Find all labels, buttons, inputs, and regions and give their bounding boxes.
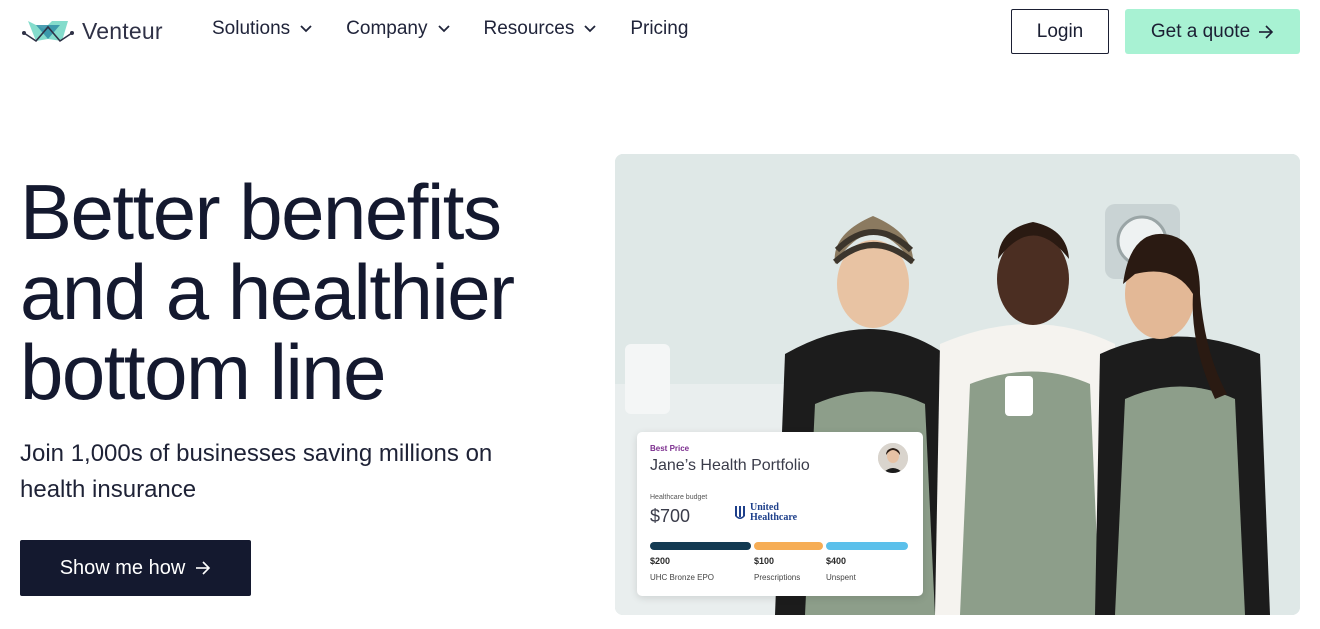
show-me-how-button[interactable]: Show me how xyxy=(20,540,251,596)
chevron-down-icon xyxy=(300,25,312,33)
hero-subline: Join 1,000s of businesses saving million… xyxy=(20,440,493,503)
hero-headline: Better benefits and a healthier bottom l… xyxy=(20,172,580,412)
venteur-logo-icon xyxy=(22,21,74,43)
united-healthcare-logo-icon xyxy=(735,506,745,519)
budget-label: Healthcare budget xyxy=(650,494,708,501)
login-button[interactable]: Login xyxy=(1011,9,1109,54)
budget-value: $700 xyxy=(650,506,691,526)
arrow-right-icon xyxy=(1259,24,1274,39)
hero-headline-line: Better benefits xyxy=(20,168,502,256)
health-portfolio-card: Best Price Jane’s Health Portfolio Healt… xyxy=(637,432,923,596)
segment-value: $100 xyxy=(754,556,775,566)
get-a-quote-button[interactable]: Get a quote xyxy=(1125,9,1300,54)
united-healthcare-logo: United Healthcare xyxy=(734,503,797,523)
portfolio-title: Jane’s Health Portfolio xyxy=(650,457,810,474)
budget-bar-segment xyxy=(650,542,751,550)
brand-logo[interactable]: Venteur xyxy=(22,15,163,47)
segment-value: $400 xyxy=(826,556,847,566)
avatar xyxy=(878,443,908,473)
chevron-down-icon xyxy=(584,25,596,33)
insurer-name-line: Healthcare xyxy=(750,512,798,523)
nav-item-label: Pricing xyxy=(630,18,689,39)
brand-name: Venteur xyxy=(82,17,163,44)
hero-headline-line: and a healthier xyxy=(20,248,515,336)
nav-item-company[interactable]: Company xyxy=(346,18,450,40)
nav-item-label: Solutions xyxy=(212,18,291,39)
budget-bar-segment xyxy=(754,542,823,550)
segment-value: $200 xyxy=(650,556,671,566)
insurer-name: United Healthcare xyxy=(750,503,797,523)
chevron-down-icon xyxy=(437,25,450,33)
segment-label: Prescriptions xyxy=(754,573,801,582)
best-price-badge: Best Price xyxy=(650,444,690,453)
segment-label: Unspent xyxy=(826,573,856,582)
hero-headline-line: bottom line xyxy=(20,328,387,416)
nav-item-solutions[interactable]: Solutions xyxy=(212,18,312,40)
nav-item-label: Company xyxy=(346,18,428,39)
site-header: Venteur Solutions Company Resources Pric… xyxy=(0,0,1320,64)
get-a-quote-label: Get a quote xyxy=(1150,20,1251,42)
nav-item-pricing[interactable]: Pricing xyxy=(630,18,688,40)
arrow-right-icon xyxy=(196,561,211,575)
budget-bar-segment xyxy=(826,542,908,550)
show-me-how-label: Show me how xyxy=(59,556,186,579)
nav-item-label: Resources xyxy=(483,18,575,39)
user-avatar-icon xyxy=(878,443,908,473)
main-nav: Solutions Company Resources Pricing xyxy=(212,18,688,40)
nav-item-resources[interactable]: Resources xyxy=(484,18,597,40)
segment-label: UHC Bronze EPO xyxy=(650,573,715,582)
